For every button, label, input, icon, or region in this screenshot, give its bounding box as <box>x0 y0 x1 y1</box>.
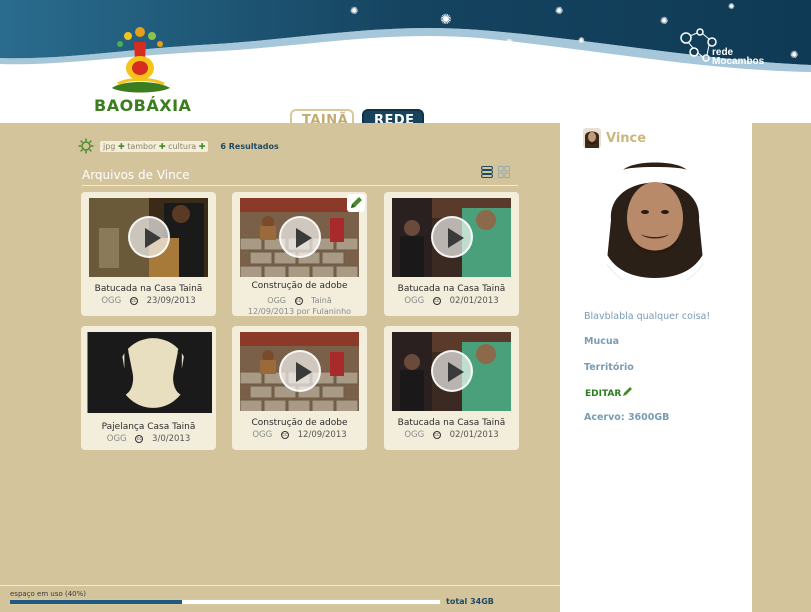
star-icon: ✺ <box>660 16 669 27</box>
plus-icon: ✚ <box>158 141 166 151</box>
storage-info: Acervo: 3600GB <box>584 412 670 423</box>
media-card[interactable]: Construção de adobe OGG cc 12/09/2013 <box>232 326 367 450</box>
result-count: 6 Resultados <box>220 141 279 151</box>
creative-commons-icon: cc <box>432 296 441 305</box>
card-date: 23/09/2013 <box>146 296 196 306</box>
card-meta: OGG cc 02/01/2013 <box>384 296 519 306</box>
logo-text: BAOBÁXIA <box>94 96 192 115</box>
divider <box>82 185 518 186</box>
star-icon: ✺ <box>350 6 359 17</box>
card-source: Tainã <box>311 296 332 305</box>
card-format: OGG <box>267 296 286 305</box>
profile-bio: Blavblabla qualquer coisa! <box>584 311 711 322</box>
view-toggle <box>481 166 510 178</box>
media-card[interactable]: Construção de adobe OGG cc Tainã 12/09/2… <box>232 192 367 316</box>
add-tag-icon[interactable]: ✚ <box>199 142 206 151</box>
profile-link-mucua[interactable]: Mucua <box>584 336 619 347</box>
grid-view-icon[interactable] <box>498 166 510 178</box>
filter-tag[interactable]: jpg <box>103 142 115 151</box>
profile-photo <box>593 150 717 290</box>
media-card[interactable]: Batucada na Casa Tainã OGG cc 02/01/2013 <box>384 192 519 316</box>
media-card[interactable]: Batucada na Casa Tainã OGG cc 02/01/2013 <box>384 326 519 450</box>
media-card[interactable]: Batucada na Casa Tainã OGG cc 23/09/2013 <box>81 192 216 316</box>
play-icon[interactable] <box>279 216 321 258</box>
card-meta: OGG cc 02/01/2013 <box>384 430 519 440</box>
pencil-icon <box>623 387 633 396</box>
card-meta: OGG cc Tainã 12/09/2013 por Fulaninho <box>232 295 367 317</box>
card-format: OGG <box>404 430 425 440</box>
star-icon: ✺ <box>440 12 452 28</box>
card-title[interactable]: Pajelança Casa Tainã <box>81 422 216 432</box>
card-meta: OGG cc 3/0/2013 <box>81 434 216 444</box>
card-format: OGG <box>252 430 273 440</box>
card-format: OGG <box>404 296 425 306</box>
filter-bar: jpg ✚ tambor ✚ cultura ✚ 6 Resultados <box>78 138 279 154</box>
creative-commons-icon: cc <box>432 430 441 439</box>
filter-tag[interactable]: cultura <box>168 142 196 151</box>
right-strip <box>752 123 811 612</box>
card-meta: OGG cc 23/09/2013 <box>81 296 216 306</box>
usage-progress-bar <box>9 599 441 605</box>
card-title[interactable]: Batucada na Casa Tainã <box>384 418 519 428</box>
profile-link-territorio[interactable]: Território <box>584 362 634 373</box>
card-date: 02/01/2013 <box>449 430 499 440</box>
card-date: 02/01/2013 <box>449 296 499 306</box>
card-date: 3/0/2013 <box>152 434 191 444</box>
creative-commons-icon: cc <box>135 434 144 443</box>
star-icon: ✺ <box>555 6 564 17</box>
network-logo-line2: Mocambos <box>712 56 765 67</box>
section-title: Arquivos de Vince <box>82 168 190 182</box>
usage-progress-fill <box>10 600 182 604</box>
card-meta-line: OGG cc Tainã <box>232 295 367 306</box>
star-icon: ✺ <box>578 36 585 45</box>
media-card[interactable]: Pajelança Casa Tainã OGG cc 3/0/2013 <box>81 326 216 450</box>
card-title[interactable]: Construção de adobe <box>232 281 367 291</box>
card-title[interactable]: Construção de adobe <box>232 418 367 428</box>
profile-name: Vince <box>606 131 647 146</box>
edit-label: EDITAR <box>585 389 622 399</box>
creative-commons-icon: cc <box>294 296 303 305</box>
edit-profile-button[interactable]: EDITAR <box>585 385 634 399</box>
usage-label: espaço em uso (40%) <box>10 590 87 598</box>
star-icon: ✺ <box>790 50 799 61</box>
creative-commons-icon: cc <box>280 430 289 439</box>
edit-pencil-icon[interactable] <box>347 194 365 212</box>
play-icon[interactable] <box>279 350 321 392</box>
card-format: OGG <box>106 434 127 444</box>
card-date: 12/09/2013 <box>297 430 347 440</box>
star-icon: ✺ <box>505 38 514 49</box>
plus-icon: ✚ <box>117 141 125 151</box>
card-extra: 12/09/2013 por Fulaninho <box>247 307 352 316</box>
avatar[interactable] <box>583 128 601 148</box>
play-icon[interactable] <box>431 216 473 258</box>
card-format: OGG <box>101 296 122 306</box>
filter-tags[interactable]: jpg ✚ tambor ✚ cultura ✚ <box>100 140 209 152</box>
gear-sun-icon[interactable] <box>78 138 94 154</box>
play-icon[interactable] <box>128 216 170 258</box>
image-thumbnail[interactable] <box>85 332 212 413</box>
play-icon[interactable] <box>431 350 473 392</box>
filter-tag[interactable]: tambor <box>127 142 156 151</box>
star-icon: ✺ <box>728 2 735 11</box>
creative-commons-icon: cc <box>129 296 138 305</box>
card-title[interactable]: Batucada na Casa Tainã <box>384 284 519 294</box>
card-title[interactable]: Batucada na Casa Tainã <box>81 284 216 294</box>
card-meta: OGG cc 12/09/2013 <box>232 430 367 440</box>
usage-total: total 34GB <box>446 597 494 606</box>
list-view-icon[interactable] <box>481 166 493 178</box>
network-logo-text: rede Mocambos <box>712 48 765 67</box>
